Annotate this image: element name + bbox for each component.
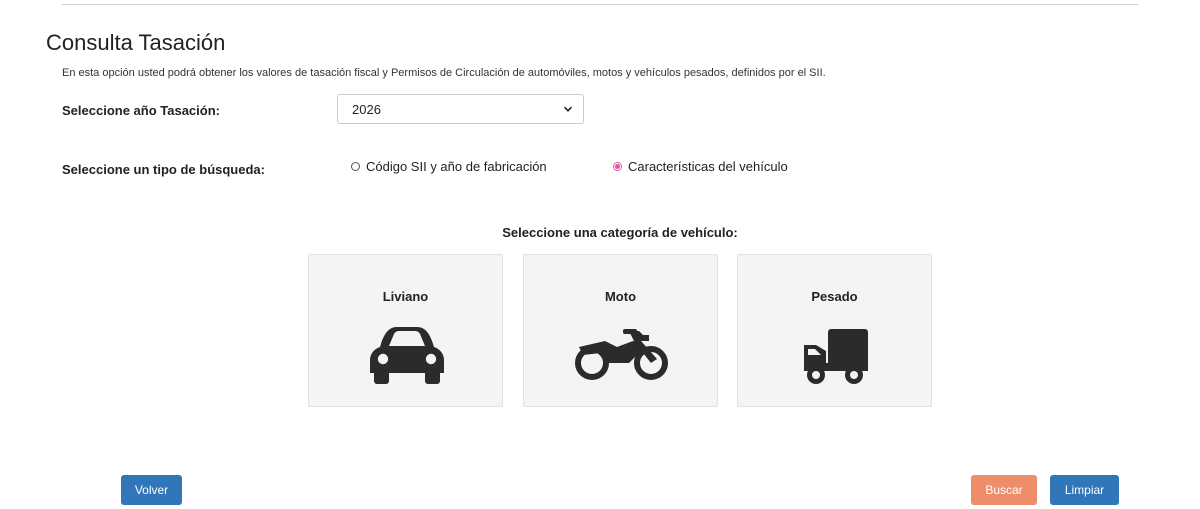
search-type-label: Seleccione un tipo de búsqueda:: [62, 162, 265, 177]
search-button[interactable]: Buscar: [971, 475, 1037, 505]
card-label: Liviano: [382, 289, 429, 304]
category-card-liviano[interactable]: Liviano: [308, 254, 503, 407]
year-label: Seleccione año Tasación:: [62, 103, 220, 118]
category-card-pesado[interactable]: Pesado: [737, 254, 932, 407]
card-label: Pesado: [811, 289, 858, 304]
radio-label-caracteristicas: Características del vehículo: [628, 159, 788, 174]
radio-button[interactable]: [351, 162, 360, 171]
radio-label-codigo-sii: Código SII y año de fabricación: [366, 159, 547, 174]
card-label: Moto: [604, 289, 637, 304]
year-select-value: 2026: [352, 102, 381, 117]
car-icon: [370, 327, 444, 384]
truck-icon: [804, 329, 868, 384]
year-select[interactable]: 2026: [337, 94, 584, 124]
radio-codigo-sii[interactable]: Código SII y año de fabricación: [351, 159, 547, 174]
radio-button-checked[interactable]: [613, 162, 622, 171]
chevron-down-icon: [563, 106, 573, 112]
intro-text: En esta opción usted podrá obtener los v…: [62, 67, 826, 79]
top-divider: [62, 4, 1138, 5]
category-card-moto[interactable]: Moto: [523, 254, 718, 407]
radio-caracteristicas[interactable]: Características del vehículo: [613, 159, 788, 174]
back-button[interactable]: Volver: [121, 475, 182, 505]
category-heading: Seleccione una categoría de vehículo:: [502, 225, 738, 240]
clear-button[interactable]: Limpiar: [1050, 475, 1119, 505]
page-title: Consulta Tasación: [46, 30, 226, 55]
motorcycle-icon: [575, 329, 668, 380]
